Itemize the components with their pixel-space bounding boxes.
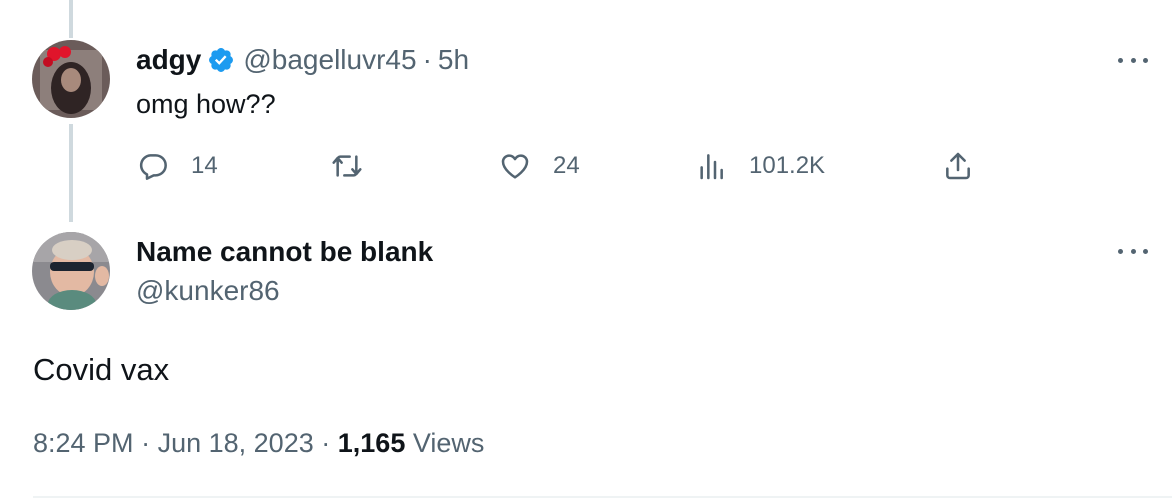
reply-tweet-text: omg how??	[136, 89, 276, 119]
tweet-date[interactable]: Jun 18, 2023	[158, 428, 314, 458]
like-button[interactable]: 24	[499, 150, 580, 182]
share-icon	[946, 152, 970, 180]
tweet-meta: 8:24 PM · Jun 18, 2023 · 1,165 Views	[33, 428, 484, 459]
more-options-icon[interactable]	[1118, 245, 1148, 257]
views-button[interactable]: 101.2K	[695, 150, 825, 182]
share-button[interactable]	[942, 150, 974, 182]
avatar-image	[32, 232, 110, 310]
reply-tweet-header: adgy @bagelluvr45 · 5h	[136, 42, 469, 78]
separator-dot: ·	[422, 44, 432, 75]
avatar-image	[32, 40, 110, 118]
like-count: 24	[553, 152, 580, 179]
views-count: 1,165	[337, 428, 406, 458]
main-tweet-text: Covid vax	[33, 352, 170, 387]
timestamp[interactable]: 5h	[438, 44, 469, 76]
thread-line-top	[69, 0, 73, 38]
avatar[interactable]	[32, 40, 110, 118]
user-handle[interactable]: @bagelluvr45	[243, 44, 416, 76]
avatar[interactable]	[32, 232, 110, 310]
divider	[33, 496, 1172, 498]
view-count: 101.2K	[749, 152, 826, 179]
analytics-icon	[700, 154, 723, 180]
reply-count: 14	[191, 152, 218, 179]
user-handle[interactable]: @kunker86	[136, 275, 280, 307]
main-tweet-header: Name cannot be blank	[136, 234, 433, 270]
main-tweet-handle-row: @kunker86	[136, 273, 280, 309]
reply-icon	[139, 154, 167, 180]
tweet-time[interactable]: 8:24 PM	[33, 428, 134, 458]
heart-icon	[501, 154, 529, 179]
display-name[interactable]: Name cannot be blank	[136, 236, 433, 268]
retweet-icon	[332, 155, 362, 177]
retweet-button[interactable]	[331, 150, 385, 182]
views-label: Views	[412, 428, 485, 458]
display-name[interactable]: adgy	[136, 44, 201, 76]
verified-badge-icon[interactable]	[207, 46, 235, 74]
reply-button[interactable]: 14	[137, 150, 218, 182]
thread-line	[69, 124, 73, 222]
more-options-icon[interactable]	[1118, 54, 1148, 66]
separator-dot: ·	[321, 428, 331, 458]
separator-dot: ·	[141, 428, 151, 458]
